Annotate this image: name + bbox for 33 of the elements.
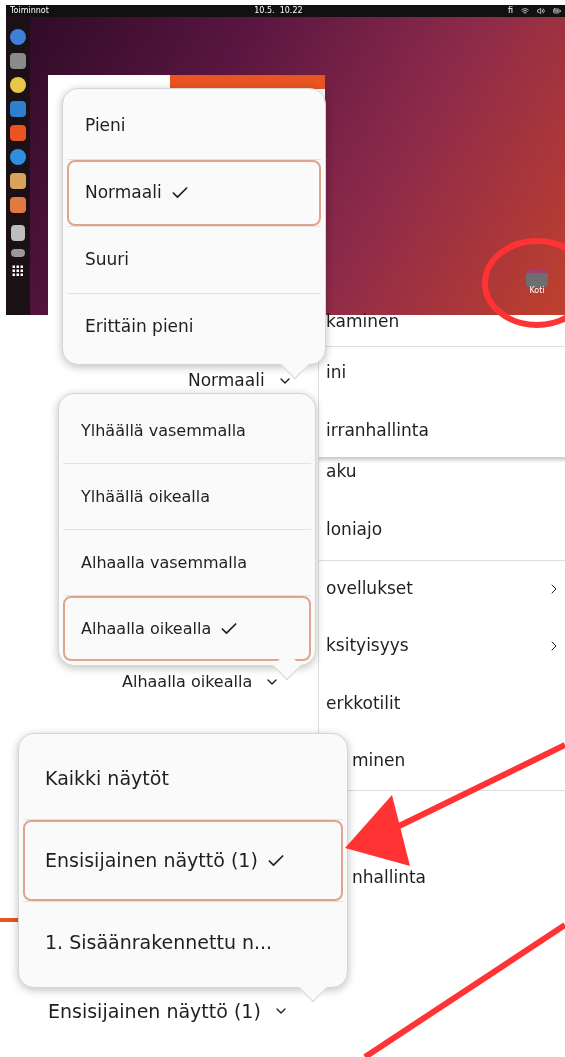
input-source-indicator[interactable]: fi — [507, 7, 513, 15]
settings-list-item[interactable]: ksityisyys — [326, 633, 562, 659]
app-grid-icon[interactable] — [12, 265, 24, 277]
dropdown-option[interactable]: Suuri — [67, 227, 321, 293]
accent-strip — [0, 918, 18, 922]
settings-list-item[interactable]: ini — [326, 360, 562, 386]
settings-list-item[interactable]: nhallinta — [352, 865, 562, 891]
settings-list-item[interactable]: minen — [352, 748, 562, 774]
dropdown-option[interactable]: 1. Sisäänrakennettu n... — [23, 902, 343, 983]
settings-list-item[interactable]: erkkotilit — [326, 691, 562, 717]
dropdown-option[interactable]: Alhaalla vasemmalla — [63, 530, 311, 595]
clock[interactable]: 10.5. 10.22 — [254, 7, 303, 15]
dropdown-option[interactable]: Pieni — [67, 93, 321, 159]
dropdown-option[interactable]: Erittäin pieni — [67, 294, 321, 360]
settings-list-item[interactable]: irranhallinta — [326, 418, 562, 444]
dropdown-option[interactable]: Ylhäällä vasemmalla — [63, 398, 311, 463]
settings-list-item[interactable]: loniajo — [326, 517, 562, 543]
settings-list-item[interactable]: kaminen — [326, 309, 562, 335]
desktop-icon-label[interactable]: Koti — [529, 287, 545, 295]
dropdown-option[interactable]: Kaikki näytöt — [23, 738, 343, 819]
activities-button[interactable]: Toiminnot — [10, 7, 49, 15]
dropdown-option[interactable]: Normaali — [67, 160, 321, 226]
settings-list-item[interactable]: ovellukset — [326, 576, 562, 602]
volume-icon[interactable] — [537, 7, 545, 15]
dropdown-button[interactable]: Ensisijainen näyttö (1) — [48, 997, 289, 1026]
dropdown-option[interactable]: Ensisijainen näyttö (1) — [23, 820, 343, 901]
wifi-icon[interactable] — [521, 7, 529, 15]
dropdown-option[interactable]: Alhaalla oikealla — [63, 596, 311, 661]
battery-icon[interactable] — [553, 7, 561, 15]
dropdown-button[interactable]: Alhaalla oikealla — [122, 670, 281, 694]
settings-list-item[interactable]: aku — [326, 459, 562, 485]
dropdown-button[interactable]: Normaali — [188, 368, 293, 394]
dropdown-option[interactable]: Ylhäällä oikealla — [63, 464, 311, 529]
